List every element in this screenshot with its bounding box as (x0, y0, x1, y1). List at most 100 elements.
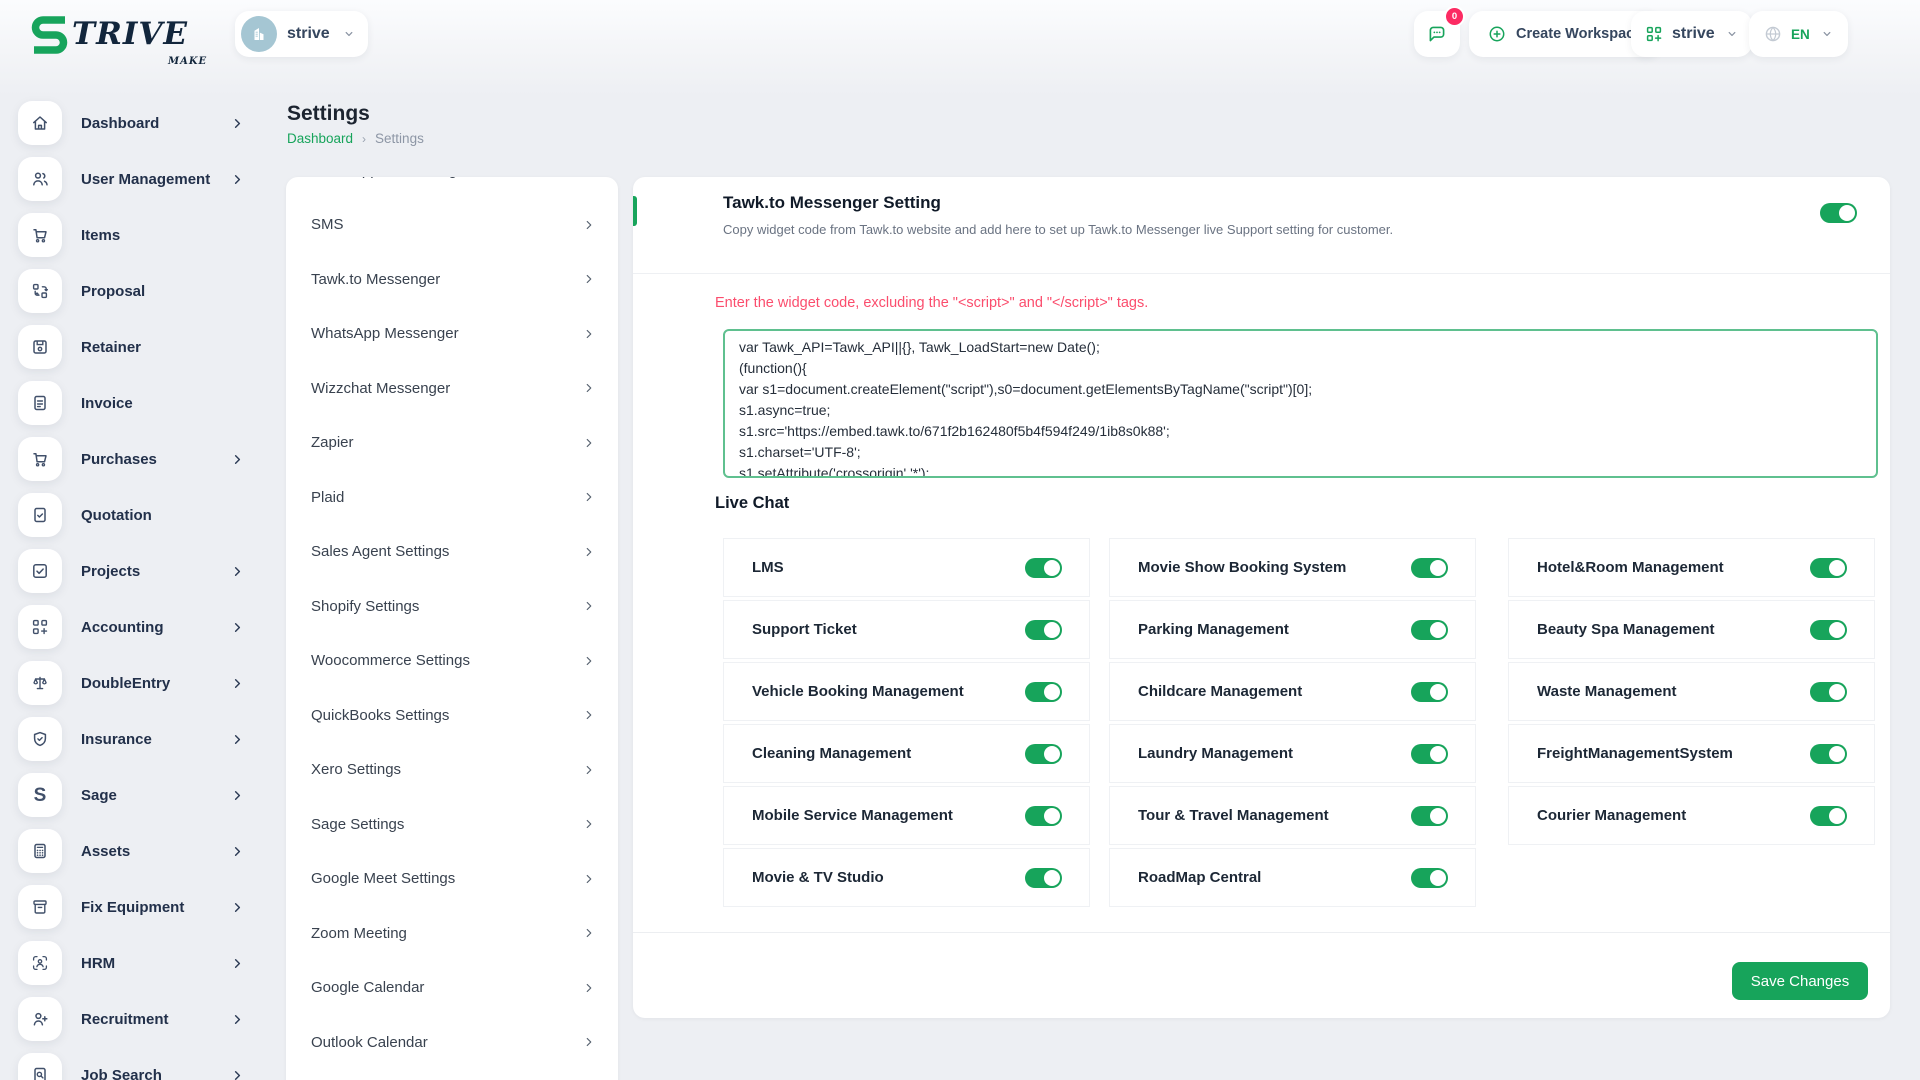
module-label: LMS (752, 559, 784, 576)
globe-icon (1763, 24, 1783, 44)
widget-code-textarea[interactable]: var Tawk_API=Tawk_API||{}, Tawk_LoadStar… (723, 329, 1878, 478)
insurance-icon (18, 717, 62, 761)
users-icon (18, 157, 62, 201)
workspace-switcher[interactable]: strive (1631, 11, 1752, 57)
settings-menu-item[interactable]: Sales Agent Settings (286, 525, 618, 580)
settings-menu-item[interactable]: Tawk.to Messenger (286, 252, 618, 307)
app-logo[interactable]: TRIVE MAKE (30, 12, 188, 58)
module-toggle[interactable] (1411, 868, 1448, 888)
panel-description: Copy widget code from Tawk.to website an… (723, 222, 1393, 237)
settings-menu-item[interactable]: Google Calendar (286, 961, 618, 1016)
module-toggle[interactable] (1025, 620, 1062, 640)
tawkto-settings-panel: Tawk.to Messenger Setting Copy widget co… (633, 177, 1890, 1018)
sidebar-item-label: Retainer (81, 339, 211, 356)
sidebar-item[interactable]: User Management (18, 151, 246, 207)
tawkto-enabled-toggle[interactable] (1820, 203, 1857, 223)
double-entry-icon (18, 661, 62, 705)
language-selector[interactable]: EN (1749, 11, 1848, 57)
settings-menu-item[interactable]: Zoom Meeting (286, 906, 618, 961)
module-toggle[interactable] (1810, 744, 1847, 764)
sidebar-item[interactable]: HRM (18, 935, 246, 991)
module-toggle[interactable] (1810, 558, 1847, 578)
module-label: Movie & TV Studio (752, 869, 884, 886)
sidebar-item[interactable]: Retainer (18, 319, 246, 375)
language-label: EN (1791, 27, 1810, 42)
settings-menu-item[interactable]: Sage Settings (286, 797, 618, 852)
module-label: Support Ticket (752, 621, 857, 638)
sidebar-item[interactable]: Quotation (18, 487, 246, 543)
sidebar-item[interactable]: Dashboard (18, 95, 246, 151)
live-chat-module-row: Mobile Service Management (723, 786, 1090, 845)
settings-menu-item[interactable]: Woocommerce Settings (286, 634, 618, 689)
assets-icon (18, 829, 62, 873)
sidebar-item[interactable]: Items (18, 207, 246, 263)
chevron-down-icon (342, 27, 356, 41)
settings-menu-item[interactable]: WhatsApp Messenger (286, 307, 618, 362)
chevron-right-icon (230, 956, 246, 971)
sidebar-item[interactable]: Recruitment (18, 991, 246, 1047)
sidebar-item[interactable]: Job Search (18, 1047, 246, 1080)
module-toggle[interactable] (1025, 744, 1062, 764)
live-chat-module-row: Beauty Spa Management (1508, 600, 1875, 659)
sidebar-item-label: Job Search (81, 1067, 211, 1080)
module-toggle[interactable] (1025, 682, 1062, 702)
settings-menu-item[interactable]: Shopify Settings (286, 579, 618, 634)
module-toggle[interactable] (1411, 558, 1448, 578)
sidebar-item[interactable]: Projects (18, 543, 246, 599)
sidebar-item[interactable]: Purchases (18, 431, 246, 487)
settings-menu-item[interactable]: Outlook Calendar (286, 1015, 618, 1070)
sidebar-item[interactable]: Insurance (18, 711, 246, 767)
sidebar-item[interactable]: Fix Equipment (18, 879, 246, 935)
breadcrumb-dashboard-link[interactable]: Dashboard (287, 131, 353, 146)
chevron-right-icon (230, 116, 246, 131)
settings-menu-item[interactable]: Whatsapp API Setting (286, 177, 618, 198)
workspace-pill[interactable]: strive (235, 11, 368, 57)
module-toggle[interactable] (1411, 806, 1448, 826)
grid-plus-icon (1644, 24, 1664, 44)
settings-menu-item-label: Shopify Settings (311, 598, 419, 615)
module-label: Movie Show Booking System (1138, 559, 1346, 576)
module-toggle[interactable] (1025, 558, 1062, 578)
sidebar-item-label: Recruitment (81, 1011, 211, 1028)
sidebar-item[interactable]: Accounting (18, 599, 246, 655)
settings-menu-item[interactable]: Wizzchat Messenger (286, 361, 618, 416)
chevron-down-icon (1820, 27, 1834, 41)
sidebar-item[interactable]: S Sage (18, 767, 246, 823)
settings-menu-item[interactable]: SMS (286, 198, 618, 253)
module-toggle[interactable] (1025, 806, 1062, 826)
sidebar-item[interactable]: Assets (18, 823, 246, 879)
settings-menu-item[interactable]: Plaid (286, 470, 618, 525)
live-chat-module-row: LMS (723, 538, 1090, 597)
building-icon (249, 24, 269, 44)
settings-menu-item-label: Plaid (311, 489, 344, 506)
chat-icon (1426, 23, 1448, 45)
module-toggle[interactable] (1411, 744, 1448, 764)
module-toggle[interactable] (1411, 682, 1448, 702)
chevron-right-icon (582, 327, 596, 341)
sidebar-item-label: Accounting (81, 619, 211, 636)
live-chat-module-row: RoadMap Central (1109, 848, 1476, 907)
chevron-right-icon (230, 172, 246, 187)
sidebar-item[interactable]: DoubleEntry (18, 655, 246, 711)
fix-equipment-icon (18, 885, 62, 929)
live-chat-module-row: Tour & Travel Management (1109, 786, 1476, 845)
module-toggle[interactable] (1810, 682, 1847, 702)
messages-button[interactable]: 0 (1414, 11, 1460, 57)
module-label: Waste Management (1537, 683, 1676, 700)
settings-menu-item[interactable]: QuickBooks Settings (286, 688, 618, 743)
settings-menu-item-label: Wizzchat Messenger (311, 380, 450, 397)
module-toggle[interactable] (1411, 620, 1448, 640)
live-chat-module-row: Waste Management (1508, 662, 1875, 721)
breadcrumb-separator: › (362, 132, 366, 146)
save-changes-button[interactable]: Save Changes (1732, 962, 1868, 1000)
settings-menu-item[interactable]: Zapier (286, 416, 618, 471)
module-toggle[interactable] (1810, 806, 1847, 826)
settings-menu-item[interactable]: Google Meet Settings (286, 852, 618, 907)
module-toggle[interactable] (1025, 868, 1062, 888)
settings-menu-item[interactable]: Xero Settings (286, 743, 618, 798)
sidebar-item[interactable]: Proposal (18, 263, 246, 319)
chevron-right-icon (230, 676, 246, 691)
module-toggle[interactable] (1810, 620, 1847, 640)
accounting-icon (18, 605, 62, 649)
sidebar-item[interactable]: Invoice (18, 375, 246, 431)
